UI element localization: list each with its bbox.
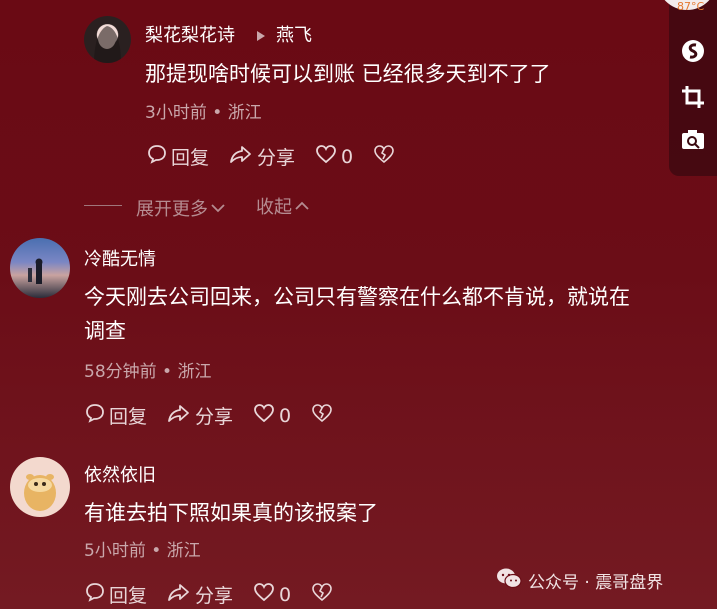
share-button[interactable]: 分享	[229, 143, 295, 170]
watermark: 公众号 · 震哥盘界	[496, 567, 663, 594]
reply-bubble-icon	[85, 403, 109, 428]
side-toolbar: 87°C	[657, 0, 717, 176]
heart-icon	[253, 403, 279, 428]
heart-icon	[253, 582, 279, 607]
thread-divider	[84, 205, 122, 206]
temperature-text: 87°C	[677, 0, 705, 13]
share-arrow-icon	[229, 144, 257, 169]
comment-actions: 回复 分享 0	[85, 402, 357, 429]
reply-bubble-icon	[147, 144, 171, 169]
dislike-button[interactable]	[373, 144, 399, 169]
like-count: 0	[341, 145, 354, 168]
share-arrow-icon	[167, 582, 195, 607]
share-button[interactable]: 分享	[167, 581, 233, 608]
avatar[interactable]	[10, 457, 70, 517]
comment-actions: 回复 分享 0	[147, 143, 419, 170]
comment-text: 今天刚去公司回来，公司只有警察在什么都不肯说，就说在 调查	[84, 285, 630, 343]
avatar[interactable]	[84, 16, 131, 63]
expand-more-button[interactable]: 展开更多	[136, 195, 226, 221]
heart-icon	[315, 144, 341, 169]
broken-heart-icon	[311, 403, 337, 428]
collapse-button[interactable]: 收起	[256, 193, 310, 219]
reply-to-user[interactable]: 燕飞	[276, 21, 312, 47]
chevron-up-icon	[294, 196, 310, 217]
broken-heart-icon	[311, 582, 337, 607]
comment-text: 那提现啥时候可以到账 已经很多天到不了了	[145, 62, 551, 86]
reply-button[interactable]: 回复	[85, 402, 147, 429]
chevron-down-icon	[210, 198, 226, 219]
comment-author[interactable]: 梨花梨花诗	[145, 21, 235, 47]
like-count: 0	[279, 583, 292, 606]
comment-meta: 3小时前 • 浙江	[145, 103, 262, 123]
reply-button[interactable]: 回复	[147, 143, 209, 170]
comment-meta: 5小时前 • 浙江	[84, 541, 201, 561]
reply-to-arrow-icon	[256, 27, 266, 46]
comment-actions: 回复 分享 0	[85, 581, 357, 608]
comment-meta: 58分钟前 • 浙江	[84, 362, 212, 382]
comment-author[interactable]: 冷酷无情	[84, 245, 156, 271]
avatar[interactable]	[10, 238, 70, 298]
dislike-button[interactable]	[311, 582, 337, 607]
crop-icon[interactable]	[680, 84, 706, 114]
comment-author[interactable]: 依然依旧	[84, 461, 156, 487]
wechat-icon	[496, 567, 522, 594]
like-button[interactable]: 0	[253, 403, 291, 428]
like-button[interactable]: 0	[315, 144, 353, 169]
like-button[interactable]: 0	[253, 582, 291, 607]
broken-heart-icon	[373, 144, 399, 169]
image-search-icon[interactable]	[680, 128, 706, 156]
share-arrow-icon	[167, 403, 195, 428]
share-button[interactable]: 分享	[167, 402, 233, 429]
reply-bubble-icon	[85, 582, 109, 607]
sogou-s-icon[interactable]	[680, 38, 706, 68]
like-count: 0	[279, 404, 292, 427]
dislike-button[interactable]	[311, 403, 337, 428]
comment-text: 有谁去拍下照如果真的该报案了	[84, 501, 378, 525]
reply-button[interactable]: 回复	[85, 581, 147, 608]
